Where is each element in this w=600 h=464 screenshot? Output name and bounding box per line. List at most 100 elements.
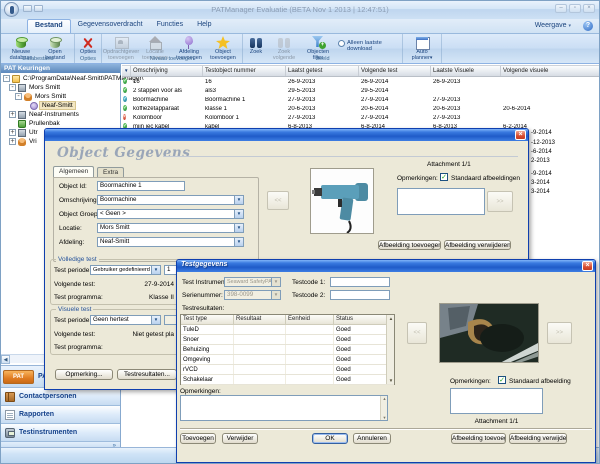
grid-column-header[interactable]: Volgende test [359, 66, 431, 76]
object-remarks-textarea[interactable] [397, 188, 485, 215]
image-add-button[interactable]: Afbeelding toevoegen [451, 433, 506, 444]
tree-item-2[interactable]: -Mors Smitt [15, 92, 68, 101]
image-add-button[interactable]: Afbeelding toevoegen [378, 240, 441, 250]
next-attachment-button[interactable]: >> [487, 191, 513, 212]
test-results-grid[interactable]: Test typeResultaatEenheidStatus TuleDGoe… [180, 314, 395, 385]
field-afdeling[interactable]: Neaf-Smitt▼ [97, 237, 244, 247]
results-grid-scrollbar[interactable] [386, 315, 394, 384]
results-row[interactable]: SchakelaarGoed [181, 375, 394, 385]
expand-icon[interactable]: + [9, 138, 16, 145]
ribbon-button-opties[interactable]: Opties [77, 35, 99, 56]
grid-filter-icon[interactable]: ▼ [122, 66, 131, 76]
grid-column-header[interactable]: Laatst getest [286, 66, 359, 76]
table-row[interactable]: ×KolomboorKolomboor 127-9-201327-9-20142… [122, 113, 599, 122]
close-icon[interactable]: × [515, 130, 526, 140]
chevron-down-icon[interactable]: ▼ [234, 224, 243, 232]
image-remove-button[interactable]: Afbeelding verwijderen [444, 240, 511, 250]
results-grid-header[interactable]: Test typeResultaatEenheidStatus [181, 315, 394, 325]
textarea-scrollbar[interactable] [380, 396, 387, 420]
testcode2-input[interactable] [330, 290, 390, 300]
ribbon-tab-gegevensoverdracht[interactable]: Gegevensoverdracht [71, 19, 150, 33]
table-row[interactable]: ✓2 stappen voor alsals329-5-201329-5-201… [122, 86, 599, 95]
ribbon-tab-functies[interactable]: Functies [150, 19, 190, 33]
ribbon-button-auto-planner[interactable]: Auto planner [405, 35, 439, 61]
tree-item-5[interactable]: Prullenbak [9, 119, 62, 128]
testcode1-input[interactable] [330, 277, 390, 287]
tree-item-7[interactable]: +Vri [9, 137, 39, 146]
radio-icon[interactable] [338, 40, 345, 47]
grid-column-header[interactable]: Volgende visuele [501, 66, 600, 76]
close-button[interactable]: × [583, 4, 595, 13]
remark-button[interactable]: Opmerking... [55, 369, 113, 380]
table-cell: als3 [203, 88, 286, 94]
test-results-button[interactable]: Testresultaten... [117, 369, 177, 380]
tree-item-label: Utr [27, 129, 40, 136]
expand-icon[interactable]: + [9, 111, 16, 118]
ok-button[interactable]: OK [312, 433, 348, 444]
maximize-button[interactable]: ▫ [569, 4, 581, 13]
minimize-button[interactable]: – [555, 4, 567, 13]
results-column-header[interactable]: Status [334, 315, 388, 324]
test-image-remarks-textarea[interactable] [450, 388, 543, 414]
chevron-down-icon[interactable]: ▼ [234, 196, 243, 204]
chevron-down-icon[interactable]: ▼ [151, 316, 160, 324]
test-remarks-textarea[interactable] [180, 395, 388, 421]
view-menu[interactable]: Weergave [535, 22, 571, 29]
collapse-icon[interactable]: - [9, 84, 16, 91]
table-row[interactable]: ✓koffiezetapparaatklasse 120-6-201320-6-… [122, 104, 599, 113]
scroll-left-icon[interactable]: ◀ [1, 355, 10, 364]
results-column-header[interactable]: Resultaat [234, 315, 286, 324]
table-cell: klasse 1 [203, 106, 286, 112]
field-object-id[interactable]: Boormachine 1 [97, 181, 185, 191]
results-row[interactable]: TuleDGoed [181, 325, 394, 335]
tree-item-3[interactable]: Neaf-Smitt [21, 101, 76, 110]
grid-header[interactable]: ▼OmschrijvingTestobject nummerLaatst get… [122, 65, 599, 77]
collapse-icon[interactable]: - [3, 75, 10, 82]
results-row[interactable]: BehuizingGoed [181, 345, 394, 355]
field-omschrijving[interactable]: Boormachine▼ [97, 195, 244, 205]
chevron-down-icon[interactable]: ▼ [234, 210, 243, 218]
results-label: Testresultaten: [182, 305, 224, 312]
chevron-down-icon[interactable]: ▼ [151, 266, 160, 274]
test-dialog-titlebar[interactable]: Testgegevens × [177, 260, 595, 272]
tree-item-4[interactable]: +Neaf-Instruments [9, 110, 81, 119]
add-button[interactable]: Toevoegen [180, 433, 216, 444]
table-row[interactable]: ✓161626-9-201326-9-201426-9-2013 [122, 77, 599, 86]
ribbon-button-zoek[interactable]: Zoek [245, 35, 267, 56]
latest-download-radio[interactable]: Alleen laatste download [338, 40, 398, 52]
next-attachment-button[interactable]: >> [547, 322, 572, 344]
collapse-icon[interactable]: - [15, 93, 22, 100]
grid-column-header[interactable]: Omschrijving [131, 66, 203, 76]
table-row[interactable]: ✓BoormachineBoormachine 127-9-201327-9-2… [122, 95, 599, 104]
serial-combo: 398-0099▼ [224, 290, 281, 300]
sidebar-item-rapporten[interactable]: Rapporten [1, 405, 120, 423]
ribbon-tab-help[interactable]: Help [190, 19, 218, 33]
grid-column-header[interactable]: Laatste Visuele [431, 66, 501, 76]
help-icon[interactable]: ? [583, 21, 593, 31]
sidebar-item-testinstrumenten[interactable]: Testinstrumenten [1, 423, 120, 441]
close-icon[interactable]: × [582, 261, 593, 271]
cancel-button[interactable]: Annuleren [353, 433, 391, 444]
results-row[interactable]: OmgevingGoed [181, 355, 394, 365]
default-image-checkbox[interactable]: ✓ [440, 173, 448, 181]
visual-test-period-combo[interactable]: Geen hertest▼ [90, 315, 161, 325]
results-row[interactable]: rVCDGoed [181, 365, 394, 375]
image-remove-button[interactable]: Afbeelding verwijderen [509, 433, 567, 444]
field-object-groep[interactable]: < Geen >▼ [97, 209, 244, 219]
ribbon-tab-bestand[interactable]: Bestand [27, 19, 71, 33]
object-dialog-titlebar[interactable]: × [45, 129, 528, 141]
expand-icon[interactable]: + [9, 129, 16, 136]
prev-attachment-button[interactable]: << [267, 191, 289, 210]
results-column-header[interactable]: Test type [181, 315, 234, 324]
tree-item-1[interactable]: -Mors Smitt [9, 83, 62, 92]
full-test-period-combo[interactable]: Gebruiker gedefinieerd▼ [90, 265, 161, 275]
remove-button[interactable]: Verwijder [222, 433, 258, 444]
grid-column-header[interactable]: Testobject nummer [203, 66, 286, 76]
tree-item-6[interactable]: + Utr [9, 128, 40, 137]
prev-attachment-button[interactable]: << [407, 322, 427, 344]
results-column-header[interactable]: Eenheid [286, 315, 334, 324]
field-locatie[interactable]: Mors Smitt▼ [97, 223, 244, 233]
results-row[interactable]: SnoerGoed [181, 335, 394, 345]
default-image-checkbox[interactable]: ✓ [498, 376, 506, 384]
chevron-down-icon[interactable]: ▼ [234, 238, 243, 246]
